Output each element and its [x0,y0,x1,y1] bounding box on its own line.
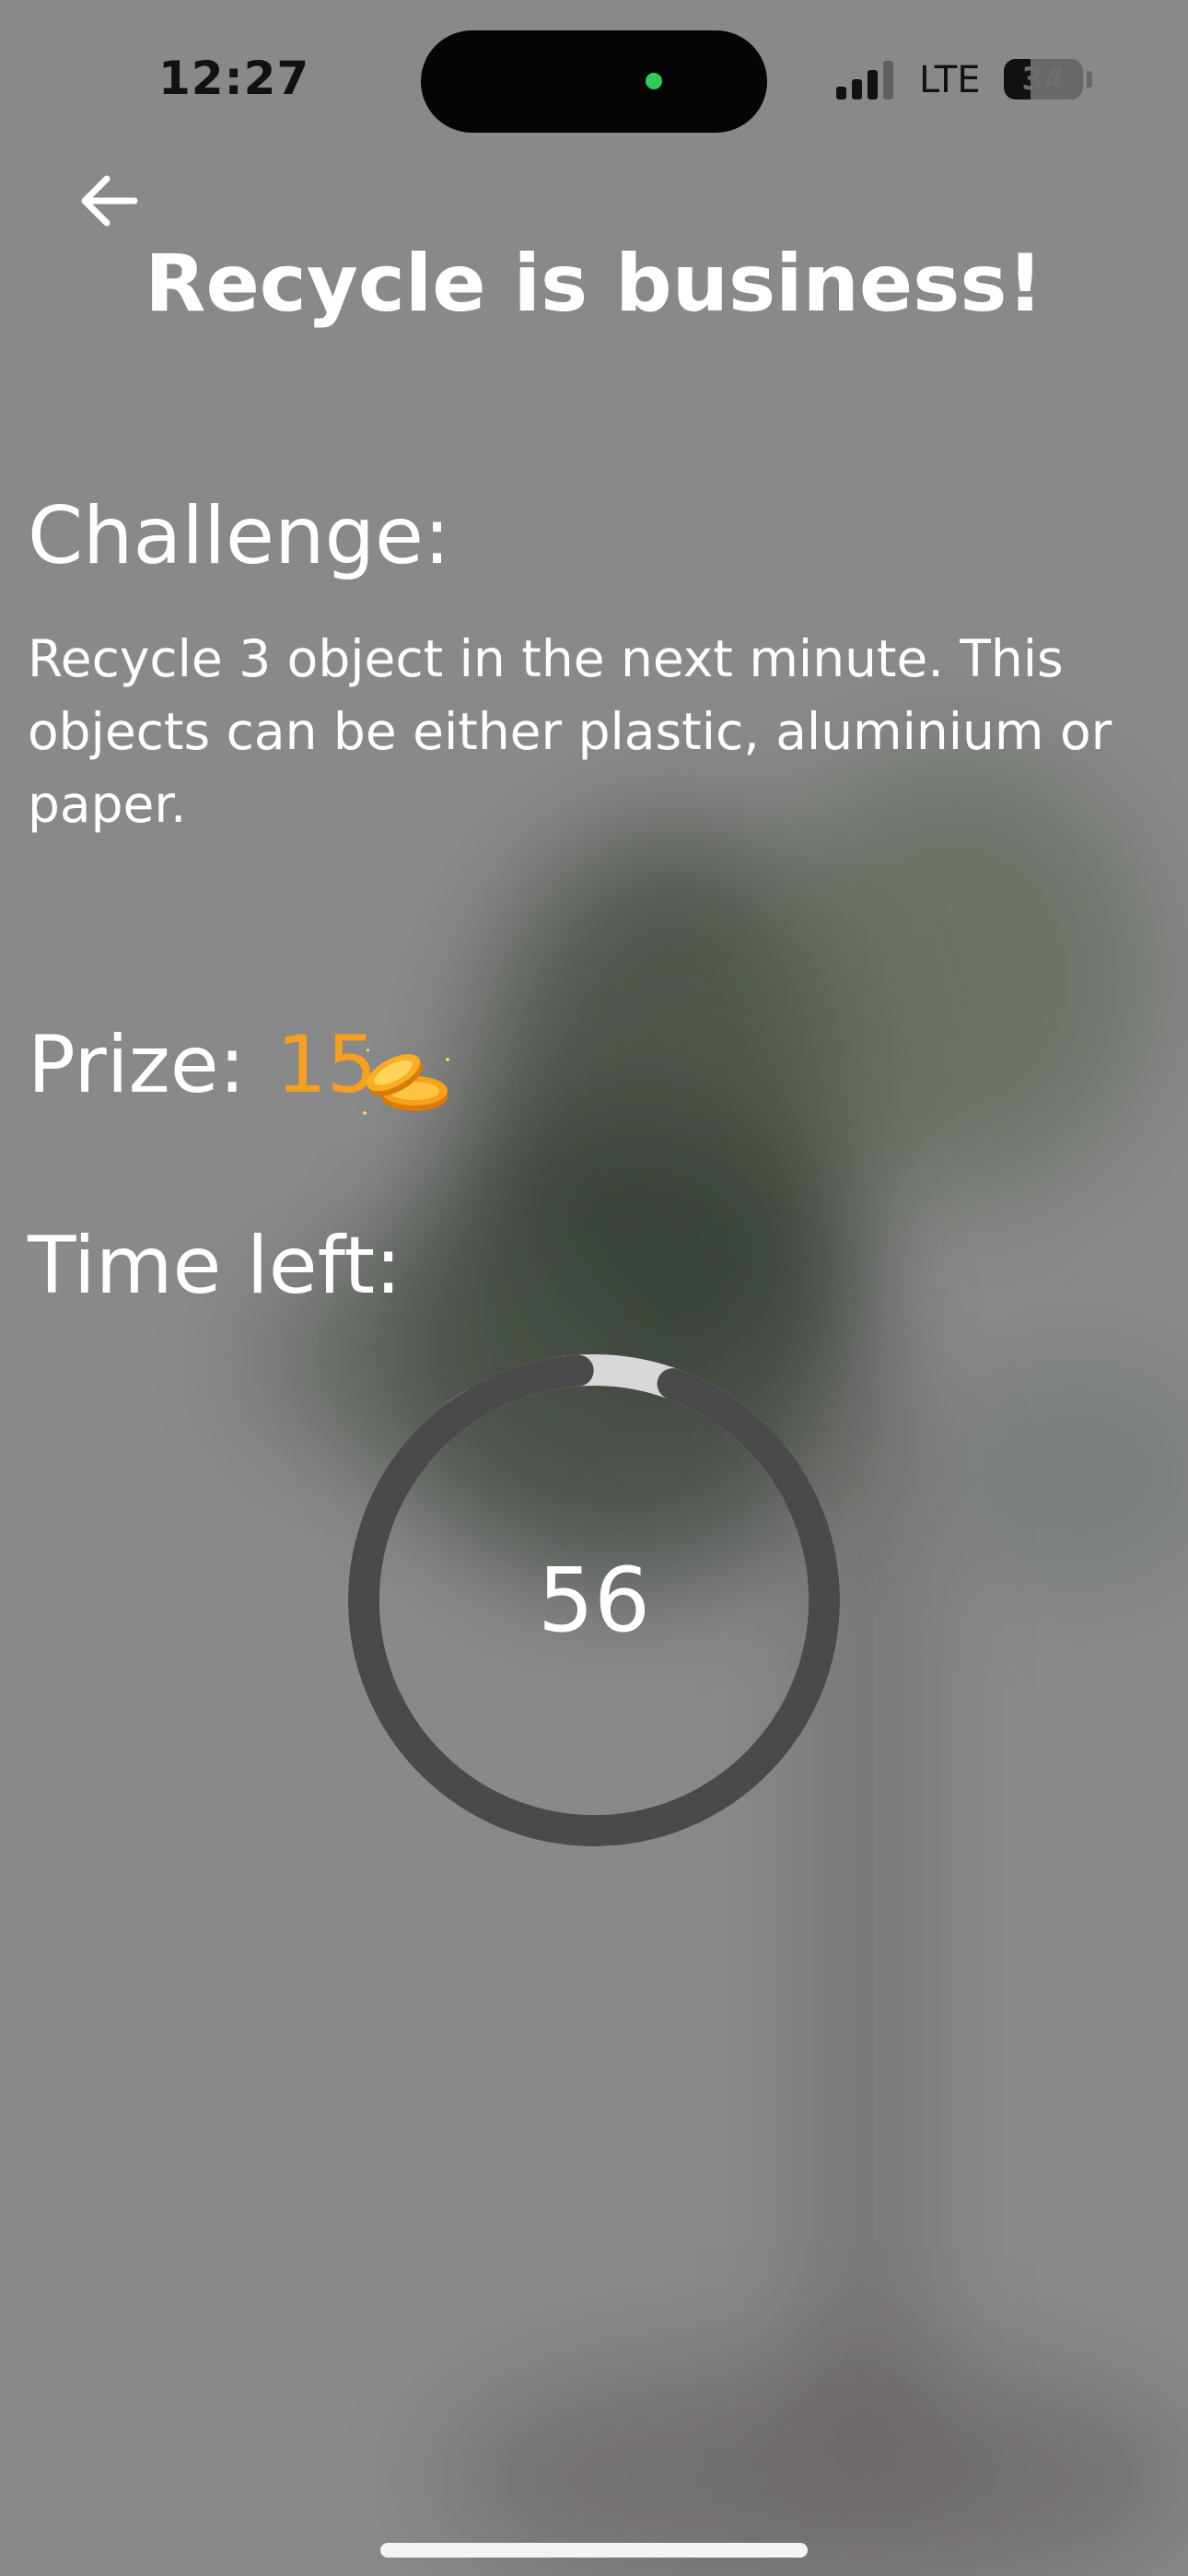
battery-percentage: 34 [1021,61,1066,98]
coins-icon [363,1048,449,1115]
cellular-signal-icon [836,61,901,100]
countdown-seconds: 56 [537,1549,651,1652]
battery-cap [1087,71,1092,88]
page-title: Recycle is business! [145,238,1043,330]
time-left-heading: Time left: [28,1220,402,1312]
battery-icon: 34 [1004,59,1083,100]
home-indicator[interactable] [380,2543,808,2558]
network-type-label: LTE [919,59,981,101]
status-time: 12:27 [158,52,310,105]
arrow-left-icon[interactable] [70,162,147,240]
challenge-heading: Challenge: [28,490,450,582]
prize-label: Prize: [28,1019,246,1111]
prize-row: Prize: 15 [28,1019,377,1111]
camera-indicator-dot [646,73,662,89]
challenge-description: Recycle 3 object in the next minute. Thi… [28,629,1112,834]
dynamic-island [421,30,767,133]
